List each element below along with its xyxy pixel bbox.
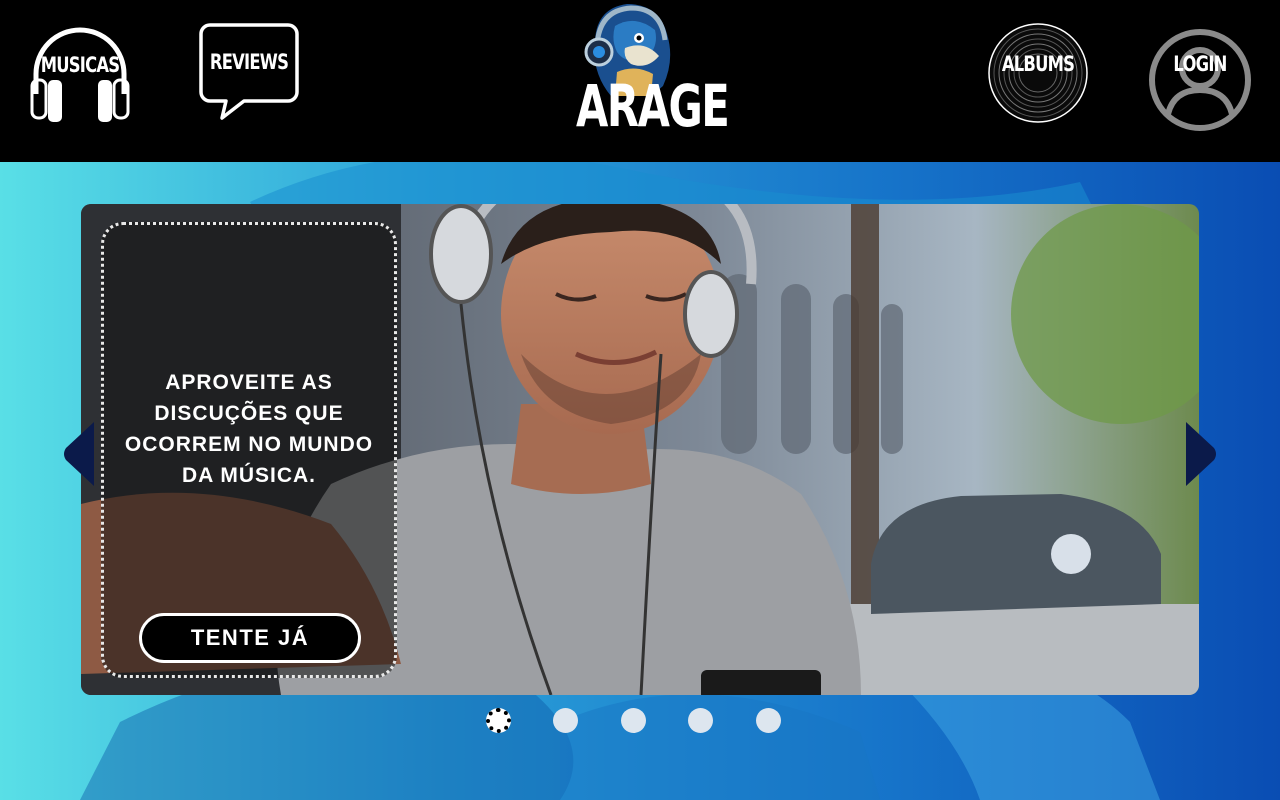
chevron-left-icon xyxy=(64,422,94,486)
nav-login-label: LOGIN xyxy=(1173,52,1227,76)
nav-albums-button[interactable]: ALBUMS xyxy=(987,22,1089,124)
try-now-button[interactable]: TENTE JÁ xyxy=(139,613,361,663)
arage-logo[interactable]: ARAGE xyxy=(555,0,730,140)
nav-reviews-label: REVIEWS xyxy=(209,50,289,74)
carousel-dot-5[interactable] xyxy=(756,708,781,733)
carousel-dot-2[interactable] xyxy=(553,708,578,733)
top-navigation-bar: MUSICAS REVIEWS ARAGE ALBUMS LOGIN xyxy=(0,0,1280,162)
chevron-right-icon xyxy=(1186,422,1216,486)
carousel-dot-3[interactable] xyxy=(621,708,646,733)
carousel-next-button[interactable] xyxy=(1184,420,1218,488)
nav-login-button[interactable]: LOGIN xyxy=(1148,28,1252,132)
slide-caption-panel: APROVEITE AS DISCUÇÕES QUE OCORREM NO MU… xyxy=(101,222,397,678)
logo-wordmark: ARAGE xyxy=(576,72,730,140)
nav-musicas-label: MUSICAS xyxy=(40,53,120,77)
carousel-dot-1[interactable] xyxy=(486,708,511,733)
nav-reviews-button[interactable]: REVIEWS xyxy=(198,22,300,122)
nav-musicas-button[interactable]: MUSICAS xyxy=(28,20,132,126)
slide-caption-text: APROVEITE AS DISCUÇÕES QUE OCORREM NO MU… xyxy=(124,371,374,487)
user-avatar-icon xyxy=(1149,29,1251,131)
carousel-dot-4[interactable] xyxy=(688,708,713,733)
nav-albums-label: ALBUMS xyxy=(1001,52,1075,76)
carousel-pagination xyxy=(486,708,786,734)
hero-carousel: APROVEITE AS DISCUÇÕES QUE OCORREM NO MU… xyxy=(81,204,1199,695)
carousel-prev-button[interactable] xyxy=(62,420,96,488)
